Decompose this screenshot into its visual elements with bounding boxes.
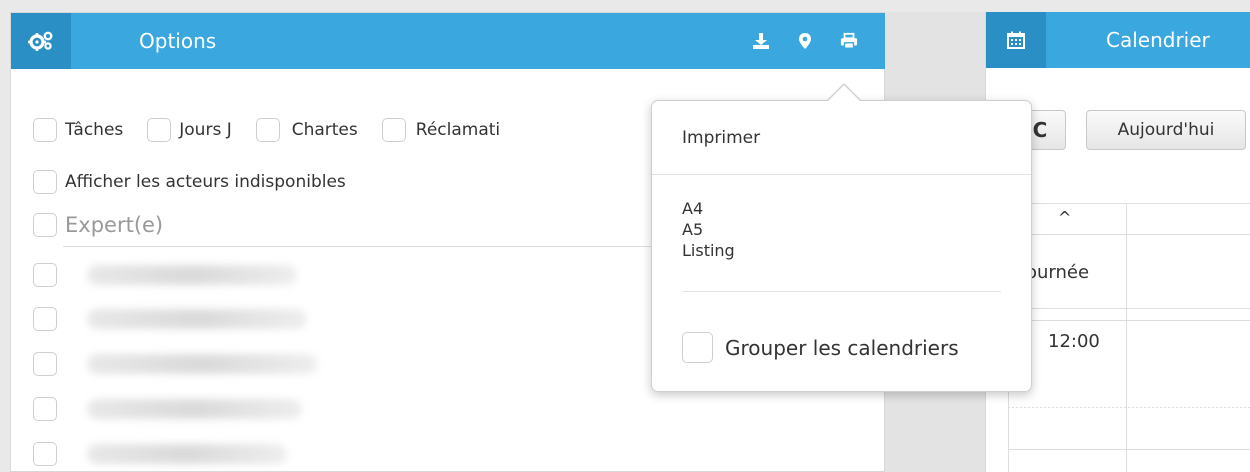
- list-item[interactable]: [33, 307, 307, 331]
- print-popover-title: Imprimer: [682, 128, 761, 148]
- list-item[interactable]: [33, 442, 287, 466]
- print-icon[interactable]: [840, 32, 858, 50]
- group-calendars-checkbox[interactable]: [682, 332, 713, 363]
- popover-divider: [652, 174, 1031, 175]
- filter-taches[interactable]: Tâches: [33, 118, 123, 142]
- allday-label: ournée: [1026, 262, 1090, 283]
- popover-divider: [682, 291, 1001, 292]
- filter-label: Tâches: [65, 120, 124, 140]
- unavailable-actors-label: Afficher les acteurs indisponibles: [65, 172, 346, 192]
- print-option-listing[interactable]: Listing: [682, 241, 735, 261]
- redacted-name: [87, 265, 297, 285]
- filter-label: Chartes: [291, 120, 358, 140]
- grid-line: [1008, 234, 1250, 235]
- redacted-name: [87, 444, 287, 464]
- options-header: Options: [11, 13, 886, 69]
- expert-placeholder: Expert(e): [65, 213, 164, 237]
- redacted-name: [87, 309, 307, 329]
- time-label: 12:00: [1048, 331, 1100, 352]
- filter-label: Jours J: [179, 120, 232, 140]
- list-item[interactable]: [33, 397, 302, 421]
- sort-arrow-icon[interactable]: ^: [1058, 208, 1071, 227]
- grid-line: [1008, 407, 1250, 408]
- print-option-a4[interactable]: A4: [682, 199, 703, 219]
- filter-label: Réclamati: [415, 120, 501, 140]
- checkbox[interactable]: [33, 263, 57, 287]
- print-popover: Imprimer A4 A5 Listing Grouper les calen…: [651, 100, 1032, 392]
- checkbox[interactable]: [33, 442, 57, 466]
- refresh-icon: C: [1032, 118, 1048, 142]
- redacted-name: [87, 354, 317, 374]
- filter-jours-j[interactable]: Jours J: [147, 118, 232, 142]
- checkbox[interactable]: [33, 118, 57, 142]
- options-title: Options: [139, 29, 217, 53]
- filter-row-1: Tâches Jours J Chartes Réclamati: [33, 118, 524, 142]
- list-item[interactable]: [33, 352, 317, 376]
- grid-line: [1008, 449, 1250, 450]
- checkbox[interactable]: [381, 118, 406, 142]
- gears-icon: [11, 13, 71, 69]
- filter-chartes[interactable]: Chartes: [255, 118, 358, 142]
- grid-line: [1126, 203, 1127, 472]
- today-button[interactable]: Aujourd'hui: [1086, 110, 1246, 150]
- expert-row: Expert(e): [33, 213, 163, 237]
- checkbox[interactable]: [147, 118, 172, 142]
- grid-line: [1008, 308, 1250, 309]
- filter-reclamations[interactable]: Réclamati: [381, 118, 501, 142]
- calendar-icon: [986, 12, 1046, 68]
- checkbox-expert[interactable]: [33, 213, 57, 237]
- grid-line: [1008, 320, 1250, 321]
- print-option-a5[interactable]: A5: [682, 220, 703, 240]
- checkbox[interactable]: [255, 118, 280, 142]
- grid-line: [1008, 203, 1250, 204]
- checkbox-unavailable[interactable]: [33, 170, 57, 194]
- checkbox[interactable]: [33, 397, 57, 421]
- popover-arrow-inner: [827, 85, 861, 102]
- download-icon[interactable]: [752, 32, 770, 50]
- calendar-title: Calendrier: [1106, 28, 1210, 52]
- redacted-name: [87, 399, 302, 419]
- group-calendars-option[interactable]: Grouper les calendriers: [682, 332, 959, 363]
- checkbox[interactable]: [33, 307, 57, 331]
- group-calendars-label: Grouper les calendriers: [725, 335, 959, 360]
- checkbox[interactable]: [33, 352, 57, 376]
- filter-row-2: Afficher les acteurs indisponibles: [33, 170, 346, 194]
- expert-separator: [63, 246, 651, 247]
- calendar-header: Calendrier: [986, 12, 1250, 68]
- list-item[interactable]: [33, 263, 297, 287]
- map-marker-icon[interactable]: [796, 32, 814, 50]
